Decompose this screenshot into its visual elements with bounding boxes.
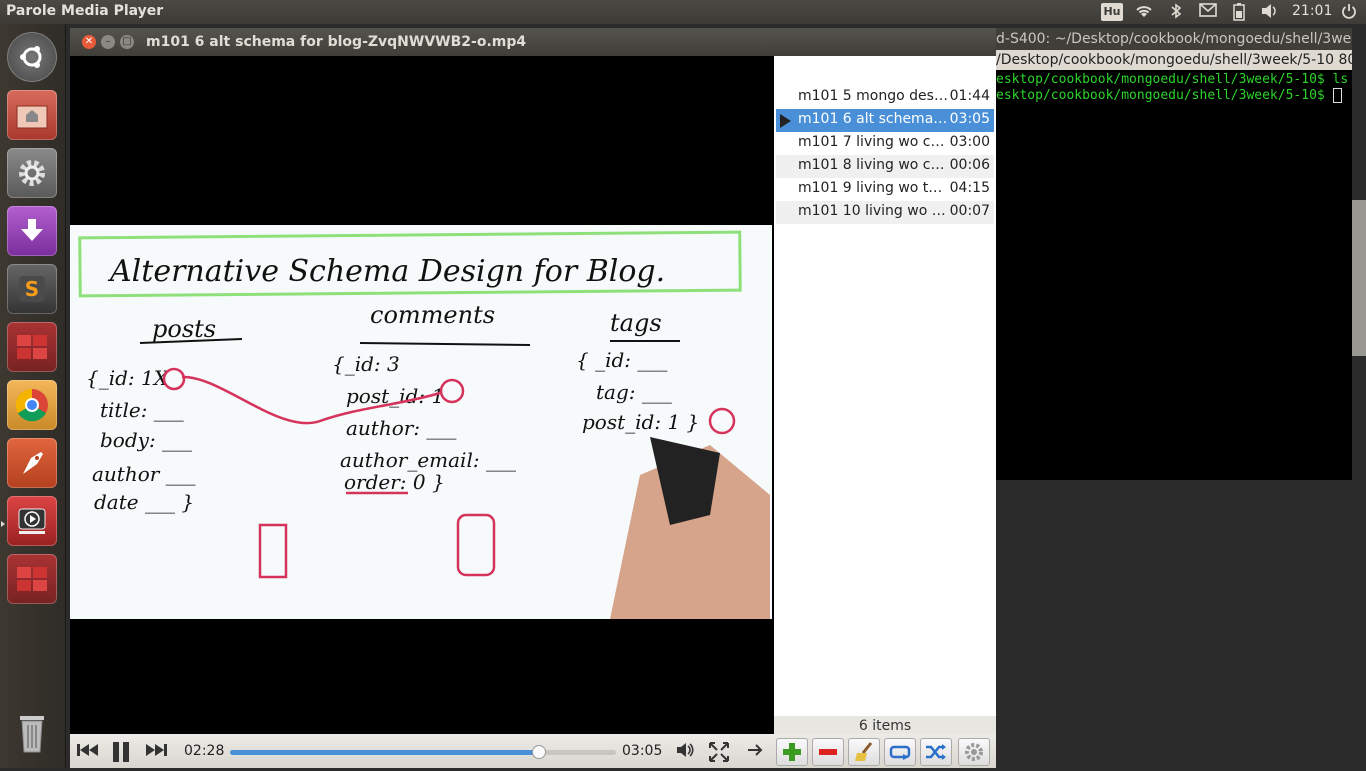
svg-text:S: S <box>25 277 39 301</box>
playlist-settings-button[interactable] <box>958 738 990 766</box>
clock[interactable]: 21:01 <box>1292 3 1332 19</box>
video-frame[interactable]: Alternative Schema Design for Blog. post… <box>70 225 772 619</box>
running-indicator <box>1 521 5 527</box>
playlist-item-duration: 03:00 <box>949 134 990 150</box>
bluetooth-icon[interactable] <box>1168 3 1184 21</box>
playlist-item-duration: 00:06 <box>949 157 990 173</box>
software-center-icon[interactable] <box>7 206 57 256</box>
playlist-item-name: m101 6 alt schema f... <box>798 111 948 127</box>
app-title: Parole Media Player <box>6 3 164 19</box>
playlist-item[interactable]: m101 7 living wo co... 03:00 <box>776 132 994 155</box>
workspace-switcher-icon[interactable] <box>7 322 57 372</box>
add-media-button[interactable] <box>776 738 808 766</box>
terminal-line: esktop/cookbook/mongoedu/shell/3week/5-1… <box>996 86 1342 106</box>
playlist-item-name: m101 7 living wo co... <box>798 134 948 150</box>
playlist-item-duration: 03:05 <box>949 111 990 127</box>
power-icon[interactable] <box>1340 3 1358 21</box>
total-time: 03:05 <box>622 743 663 759</box>
workspace-switcher-icon-2[interactable] <box>7 554 57 604</box>
next-button[interactable] <box>144 741 168 764</box>
playlist-count: 6 items <box>774 716 996 736</box>
posts-field: {_id: 1X <box>86 366 169 390</box>
mail-icon[interactable] <box>1197 3 1219 21</box>
top-panel: Parole Media Player Hu 21:01 <box>0 0 1366 24</box>
now-playing-icon <box>780 114 791 128</box>
maximize-button[interactable]: □ <box>120 35 134 49</box>
playlist-item-name: m101 8 living wo co... <box>798 157 948 173</box>
comments-header: comments <box>370 301 495 329</box>
tags-field: tag: ___ <box>596 380 672 404</box>
playlist-item[interactable]: m101 9 living wo tra... 04:15 <box>776 178 994 201</box>
playlist-item-name: m101 10 living wo tr... <box>798 203 948 219</box>
terminal-window[interactable]: d-S400: ~/Desktop/cookbook/mongoedu/shel… <box>996 28 1352 480</box>
trash-icon[interactable] <box>7 708 57 758</box>
posts-header: posts <box>152 315 216 343</box>
playback-controls: 02:28 03:05 <box>70 734 774 768</box>
chrome-icon[interactable] <box>7 380 57 430</box>
whiteboard-drawing: Alternative Schema Design for Blog. post… <box>78 230 770 619</box>
show-playlist-button[interactable] <box>746 741 764 764</box>
video-area[interactable]: Alternative Schema Design for Blog. post… <box>70 56 772 758</box>
previous-button[interactable] <box>76 741 100 764</box>
terminal-prompt: esktop/cookbook/mongoedu/shell/3week/5-1… <box>996 88 1333 103</box>
comments-field: author_email: ___ <box>340 448 516 472</box>
window-title: m101 6 alt schema for blog-ZvqNWVWB2-o.m… <box>146 34 527 50</box>
tags-field: post_id: 1 } <box>582 410 699 434</box>
playlist-item[interactable]: m101 8 living wo co... 00:06 <box>776 155 994 178</box>
playlist-item-selected[interactable]: m101 6 alt schema f... 03:05 <box>776 109 994 132</box>
comments-field: author: ___ <box>346 416 456 440</box>
tags-field: { _id: ___ <box>576 348 667 372</box>
playlist-item-name: m101 9 living wo tra... <box>798 180 948 196</box>
comments-field: {_id: 3 <box>332 352 400 376</box>
playlist-item-duration: 00:07 <box>949 203 990 219</box>
window-titlebar[interactable]: ✕ – □ m101 6 alt schema for blog-ZvqNWVW… <box>70 28 996 56</box>
system-settings-icon[interactable] <box>7 148 57 198</box>
current-time: 02:28 <box>184 743 225 759</box>
tags-header: tags <box>610 309 662 337</box>
shuffle-button[interactable] <box>920 738 952 766</box>
whiteboard-title: Alternative Schema Design for Blog. <box>107 254 665 289</box>
minimize-button[interactable]: – <box>101 35 115 49</box>
parole-media-player-icon[interactable] <box>7 496 57 546</box>
clear-playlist-button[interactable] <box>848 738 880 766</box>
terminal-tab[interactable]: /Desktop/cookbook/mongoedu/shell/3week/5… <box>996 50 1352 70</box>
terminal-cursor <box>1332 88 1342 103</box>
volume-icon[interactable] <box>1260 3 1280 21</box>
posts-field: title: ___ <box>100 398 184 422</box>
sublime-text-icon[interactable]: S <box>7 264 57 314</box>
playlist-item[interactable]: m101 10 living wo tr... 00:07 <box>776 201 994 224</box>
player-window: ✕ – □ m101 6 alt schema for blog-ZvqNWVW… <box>70 28 996 768</box>
wifi-icon[interactable] <box>1133 3 1155 21</box>
dash-home-icon[interactable] <box>7 32 57 82</box>
battery-icon[interactable] <box>1231 3 1247 21</box>
terminal-scrollbar[interactable] <box>1352 200 1366 356</box>
playlist-item-name: m101 5 mongo desi... <box>798 88 948 104</box>
playlist-toolbar <box>774 734 996 768</box>
inkscape-icon[interactable] <box>7 438 57 488</box>
seek-handle[interactable] <box>531 745 546 759</box>
launcher: S <box>0 24 66 768</box>
playlist-item-duration: 04:15 <box>949 180 990 196</box>
seek-bar[interactable] <box>230 745 616 759</box>
posts-field: body: ___ <box>100 428 192 452</box>
files-icon[interactable] <box>7 90 57 140</box>
remove-media-button[interactable] <box>812 738 844 766</box>
posts-field: author ___ <box>92 462 196 486</box>
terminal-title: d-S400: ~/Desktop/cookbook/mongoedu/shel… <box>996 28 1352 50</box>
fullscreen-button[interactable] <box>708 741 730 768</box>
posts-field: date ___ } <box>94 490 194 514</box>
close-button[interactable]: ✕ <box>82 35 96 49</box>
playlist: m101 5 mongo desi... 01:44 m101 6 alt sc… <box>774 56 996 746</box>
volume-button[interactable] <box>676 741 696 764</box>
keyboard-layout-indicator[interactable]: Hu <box>1101 3 1123 21</box>
seek-progress <box>230 750 539 755</box>
playlist-item[interactable]: m101 5 mongo desi... 01:44 <box>776 86 994 109</box>
pause-button[interactable] <box>110 741 132 768</box>
playlist-item-duration: 01:44 <box>949 88 990 104</box>
repeat-button[interactable] <box>884 738 916 766</box>
comments-field: order: 0 } <box>344 470 445 494</box>
